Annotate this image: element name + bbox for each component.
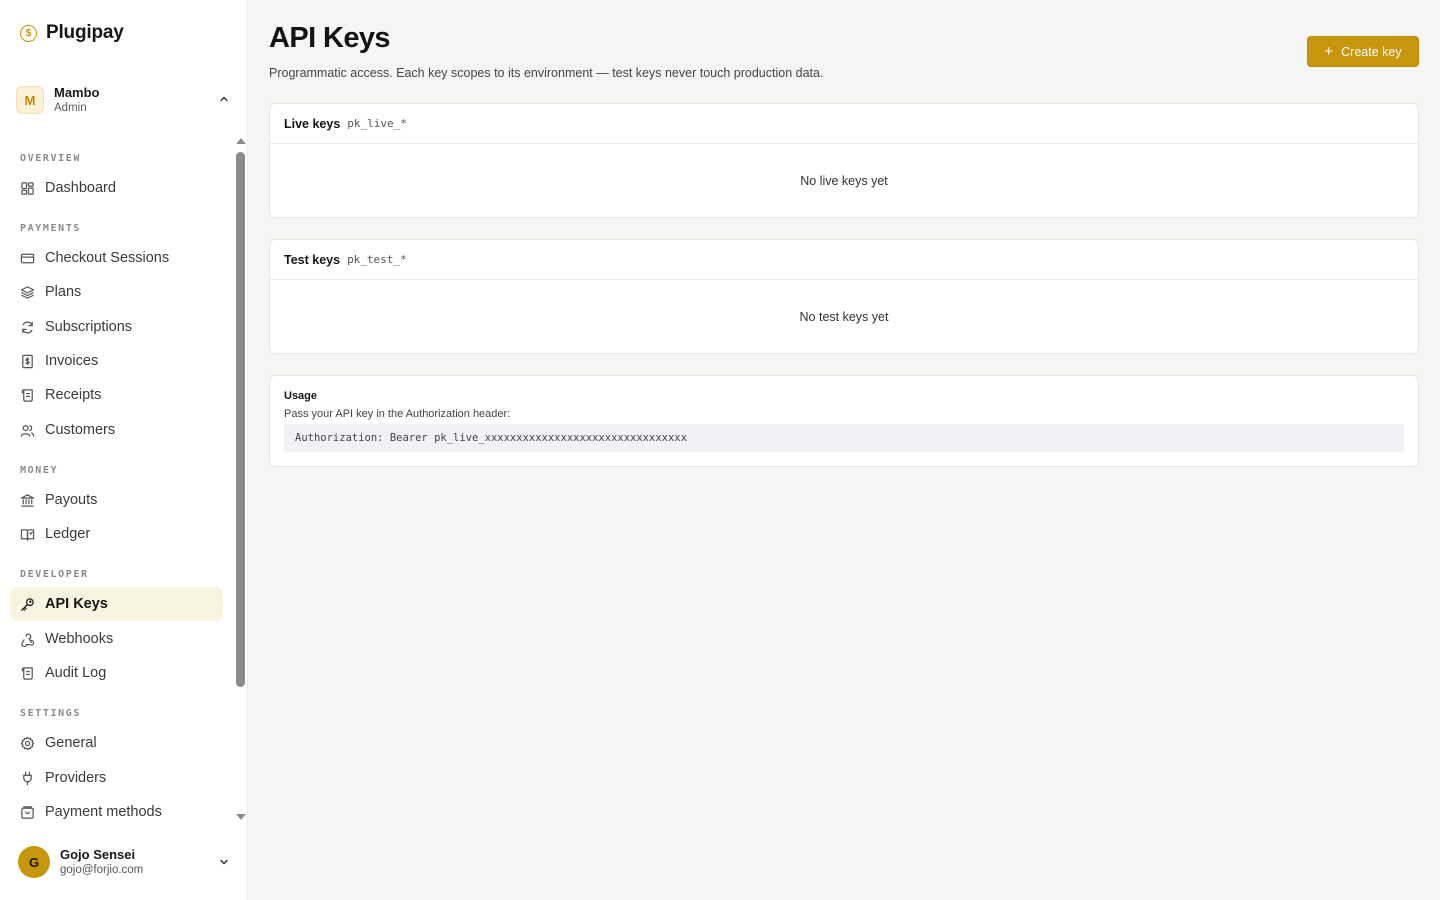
scroll-down-arrow-icon[interactable] (236, 814, 246, 820)
sidebar-item-label: Ledger (45, 526, 91, 542)
usage-description: Pass your API key in the Authorization h… (284, 408, 511, 420)
sidebar-item-label: Audit Log (45, 665, 107, 681)
nav-section-overview: OVERVIEW (20, 153, 81, 164)
card-header: Test keys pk_test_* (270, 240, 1418, 280)
sidebar-scrollbar[interactable] (234, 136, 248, 824)
sidebar-item-label: API Keys (45, 596, 108, 612)
invoice-dollar-icon (22, 354, 33, 368)
wallet-icon (21, 805, 34, 819)
org-switcher[interactable]: M Mambo Admin (16, 84, 234, 116)
test-keys-card: Test keys pk_test_* No test keys yet (269, 239, 1419, 354)
sidebar-item-label: Receipts (45, 387, 102, 403)
org-name: Mambo (54, 84, 100, 100)
sidebar-item-label: Payment methods (45, 804, 162, 820)
sidebar-nav: OVERVIEW Dashboard PAYMENTS Checkout Ses… (0, 136, 234, 824)
sidebar-item-receipts[interactable]: Receipts (10, 378, 223, 412)
card-header: Live keys pk_live_* (270, 104, 1418, 144)
refresh-icon (22, 320, 33, 334)
nav-section-settings: SETTINGS (20, 708, 81, 719)
empty-state: No live keys yet (800, 173, 888, 188)
sidebar-item-label: General (45, 735, 97, 751)
scrollbar-thumb[interactable] (236, 152, 245, 687)
usage-card: Usage Pass your API key in the Authoriza… (269, 375, 1419, 467)
sidebar-item-api-keys[interactable]: API Keys (10, 587, 223, 621)
sidebar-item-payment-methods[interactable]: Payment methods (10, 795, 223, 824)
bank-icon (20, 493, 35, 507)
scroll-icon (21, 666, 33, 680)
user-menu[interactable]: G Gojo Sensei gojo@forjio.com (18, 844, 234, 880)
sidebar-item-checkout-sessions[interactable]: Checkout Sessions (10, 241, 223, 275)
sidebar-item-label: Invoices (45, 353, 99, 369)
nav-section-developer: DEVELOPER (20, 569, 89, 580)
sidebar-item-plans[interactable]: Plans (10, 275, 223, 309)
page-subtitle: Programmatic access. Each key scopes to … (269, 66, 824, 80)
sidebar-item-general[interactable]: General (10, 726, 223, 760)
sidebar-item-payouts[interactable]: Payouts (10, 483, 223, 517)
sidebar-item-customers[interactable]: Customers (10, 413, 223, 447)
create-key-button[interactable]: + Create key (1307, 36, 1419, 67)
page-title: API Keys (269, 22, 391, 54)
user-email: gojo@forjio.com (60, 864, 144, 876)
chevron-up-icon[interactable] (218, 93, 230, 105)
layers-icon (20, 285, 35, 299)
avatar: G (18, 846, 50, 878)
sidebar-item-label: Customers (45, 422, 116, 438)
sidebar-item-dashboard[interactable]: Dashboard (10, 171, 223, 205)
brand[interactable]: $ Plugipay (20, 22, 124, 44)
plug-icon (23, 771, 32, 785)
usage-title: Usage (284, 390, 318, 402)
book-icon (20, 528, 35, 541)
user-name: Gojo Sensei (60, 847, 136, 862)
sidebar-item-label: Plans (45, 284, 82, 300)
dollar-coin-logo-icon: $ (20, 24, 37, 42)
sidebar-item-label: Providers (45, 770, 107, 786)
org-role: Admin (54, 101, 87, 114)
webhook-icon (21, 633, 35, 647)
nav-section-money: MONEY (20, 465, 59, 476)
sidebar-item-label: Payouts (45, 492, 98, 508)
users-icon (20, 424, 35, 437)
org-avatar: M (16, 86, 44, 114)
sidebar-item-audit-log[interactable]: Audit Log (10, 656, 223, 690)
sidebar: $ Plugipay M Mambo Admin OVERVIEW Dashbo… (0, 0, 248, 900)
plus-icon: + (1324, 43, 1334, 60)
key-icon (21, 597, 34, 611)
brand-name: Plugipay (46, 22, 124, 43)
scroll-up-arrow-icon[interactable] (236, 138, 246, 144)
card-title: Live keys (284, 116, 341, 131)
create-key-label: Create key (1341, 44, 1402, 59)
sidebar-item-ledger[interactable]: Ledger (10, 517, 223, 551)
card-icon (20, 253, 35, 263)
sidebar-item-providers[interactable]: Providers (10, 761, 223, 795)
sidebar-item-webhooks[interactable]: Webhooks (10, 622, 223, 656)
sidebar-item-label: Dashboard (45, 180, 116, 196)
key-prefix: pk_test_* (347, 253, 407, 266)
nav-section-payments: PAYMENTS (20, 223, 81, 234)
sidebar-item-label: Subscriptions (45, 319, 133, 335)
dashboard-grid-icon (21, 181, 34, 195)
card-title: Test keys (284, 252, 341, 267)
empty-state: No test keys yet (799, 309, 889, 324)
gear-icon (20, 736, 35, 750)
sidebar-item-invoices[interactable]: Invoices (10, 344, 223, 378)
chevron-down-icon[interactable] (218, 856, 230, 868)
sidebar-item-subscriptions[interactable]: Subscriptions (10, 310, 223, 344)
sidebar-item-label: Webhooks (45, 631, 114, 647)
key-prefix: pk_live_* (347, 117, 407, 130)
sidebar-item-label: Checkout Sessions (45, 250, 170, 266)
code-snippet[interactable]: Authorization: Bearer pk_live_xxxxxxxxxx… (284, 424, 1404, 452)
live-keys-card: Live keys pk_live_* No live keys yet (269, 103, 1419, 218)
receipt-scroll-icon (21, 388, 33, 402)
